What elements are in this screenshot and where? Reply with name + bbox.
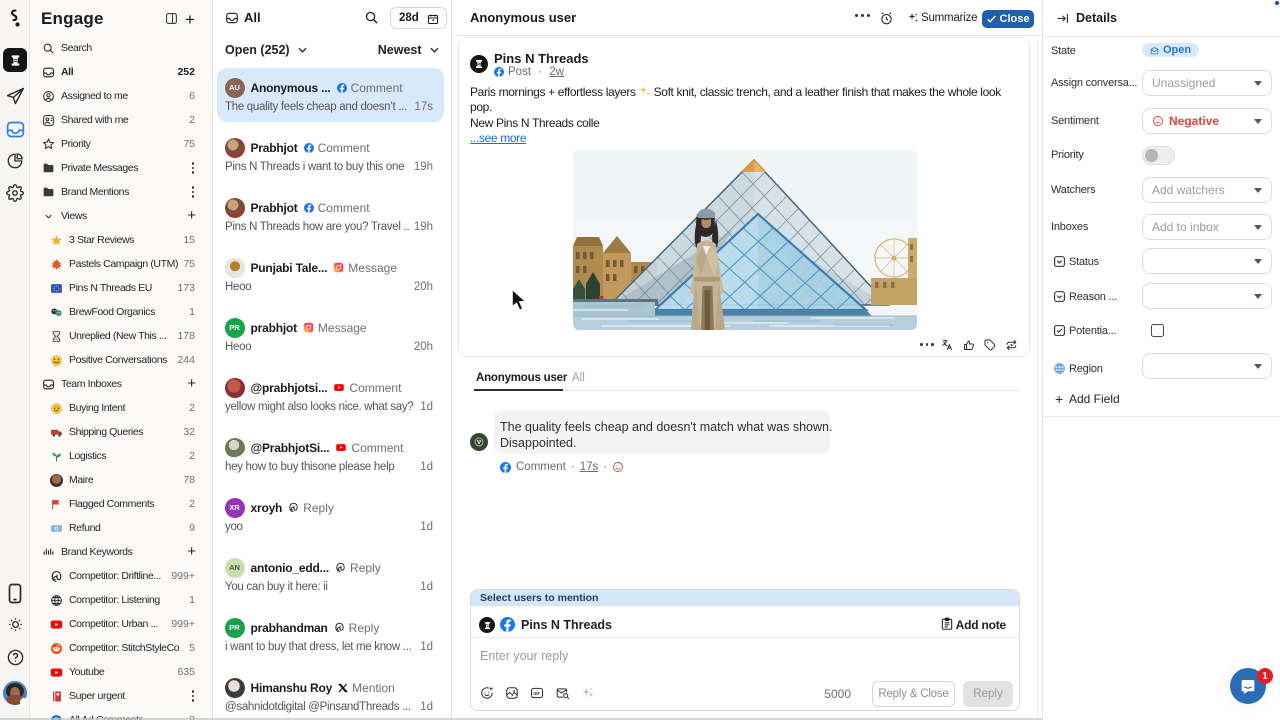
svg-text:GIF: GIF [533,691,540,696]
